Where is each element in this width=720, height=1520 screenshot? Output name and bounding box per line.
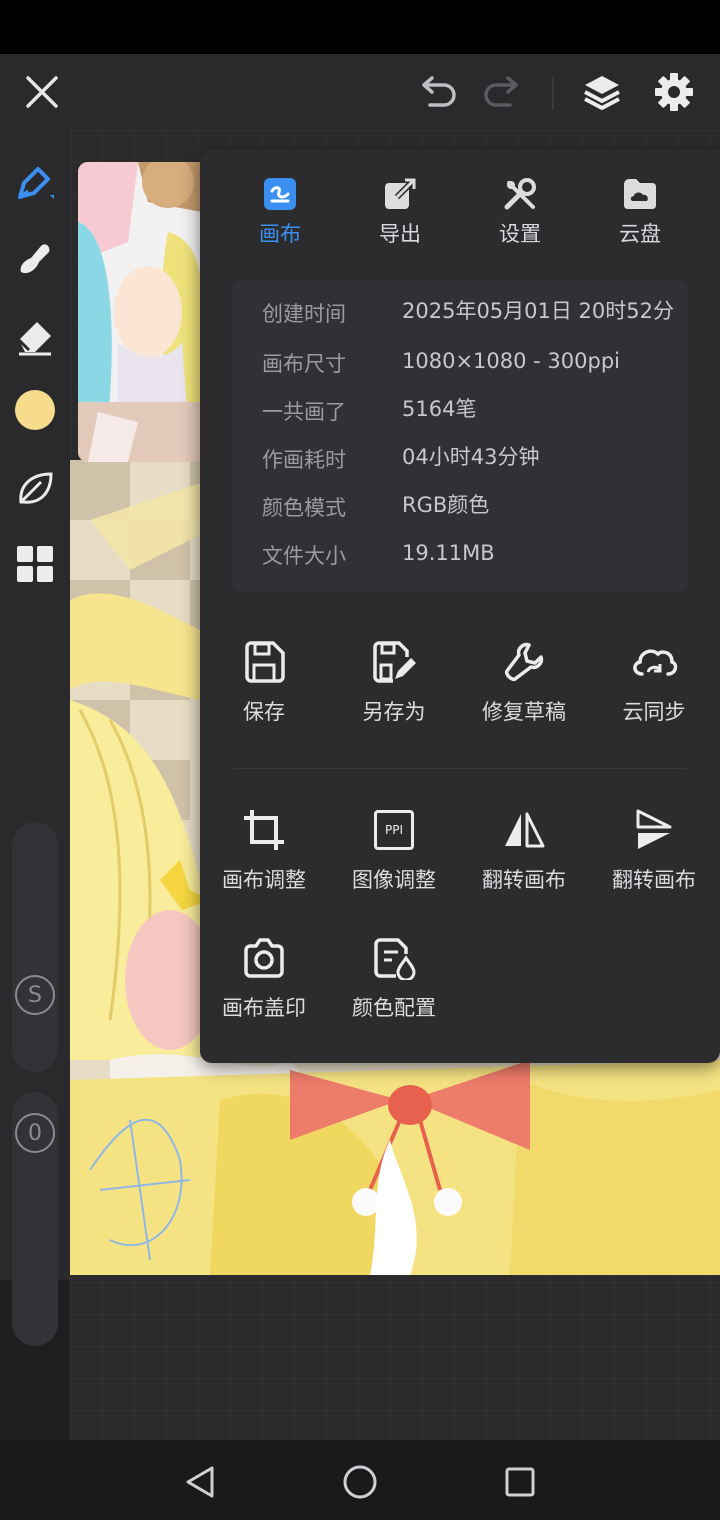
tab-export[interactable]: 导出 xyxy=(350,176,450,256)
left-toolbar: S 0 xyxy=(0,130,70,1346)
canvas-info-box: 创建时间 2025年05月01日 20时52分 画布尺寸 1080×1080 -… xyxy=(232,280,688,592)
flip-vertical-icon xyxy=(594,806,714,854)
gear-icon[interactable] xyxy=(650,68,698,116)
smudge-icon[interactable] xyxy=(11,234,59,282)
color-swatch[interactable] xyxy=(11,386,59,434)
color-profile-button[interactable]: 颜色配置 xyxy=(334,934,454,1044)
save-as-icon xyxy=(334,638,454,686)
canvas-stamp-button[interactable]: 画布盖印 xyxy=(204,934,324,1044)
toolbar-separator xyxy=(552,76,554,110)
wrench-icon xyxy=(464,638,584,686)
cloud-sync-button[interactable]: 云同步 xyxy=(594,638,714,748)
ppi-icon: PPI xyxy=(334,806,454,854)
recents-icon[interactable] xyxy=(498,1460,542,1504)
export-icon xyxy=(350,176,450,212)
tab-canvas[interactable]: 画布 xyxy=(230,176,330,256)
top-bar xyxy=(0,54,720,130)
save-as-button[interactable]: 另存为 xyxy=(334,638,454,748)
flip-horizontal-button[interactable]: 翻转画布 xyxy=(464,806,584,916)
cloud-sync-icon xyxy=(594,638,714,686)
undo-icon[interactable] xyxy=(414,68,462,116)
cloud-drive-icon xyxy=(590,176,690,212)
tab-cloud-drive[interactable]: 云盘 xyxy=(590,176,690,256)
layers-icon[interactable] xyxy=(578,68,626,116)
redo-icon[interactable] xyxy=(478,68,526,116)
close-icon[interactable] xyxy=(18,68,66,116)
flip-vertical-button[interactable]: 翻转画布 xyxy=(594,806,714,916)
canvas-adjust-button[interactable]: 画布调整 xyxy=(204,806,324,916)
canvas-menu-panel: 画布 导出 设置 云盘 创建时间 2025年05月01日 20时52分 画布尺寸… xyxy=(200,150,720,1063)
status-bar xyxy=(0,0,720,54)
repair-draft-button[interactable]: 修复草稿 xyxy=(464,638,584,748)
save-button[interactable]: 保存 xyxy=(204,638,324,748)
canvas-thumbnail[interactable] xyxy=(78,162,202,462)
home-icon[interactable] xyxy=(338,1460,382,1504)
eraser-icon[interactable] xyxy=(11,312,59,360)
brush-size-knob[interactable]: S xyxy=(12,972,58,1018)
pen-icon[interactable] xyxy=(11,158,59,206)
panel-divider xyxy=(234,768,686,769)
back-icon[interactable] xyxy=(178,1460,222,1504)
grid-icon[interactable] xyxy=(11,540,59,588)
canvas-icon xyxy=(230,176,330,212)
brush-size-slider[interactable] xyxy=(12,822,58,1072)
save-icon xyxy=(204,638,324,686)
color-profile-icon xyxy=(334,934,454,982)
leaf-icon[interactable] xyxy=(11,464,59,512)
opacity-knob[interactable]: 0 xyxy=(12,1110,58,1156)
crop-icon xyxy=(204,806,324,854)
flip-horizontal-icon xyxy=(464,806,584,854)
tab-settings[interactable]: 设置 xyxy=(470,176,570,256)
settings-tools-icon xyxy=(470,176,570,212)
camera-icon xyxy=(204,934,324,982)
system-nav-bar xyxy=(0,1440,720,1520)
image-adjust-button[interactable]: PPI 图像调整 xyxy=(334,806,454,916)
